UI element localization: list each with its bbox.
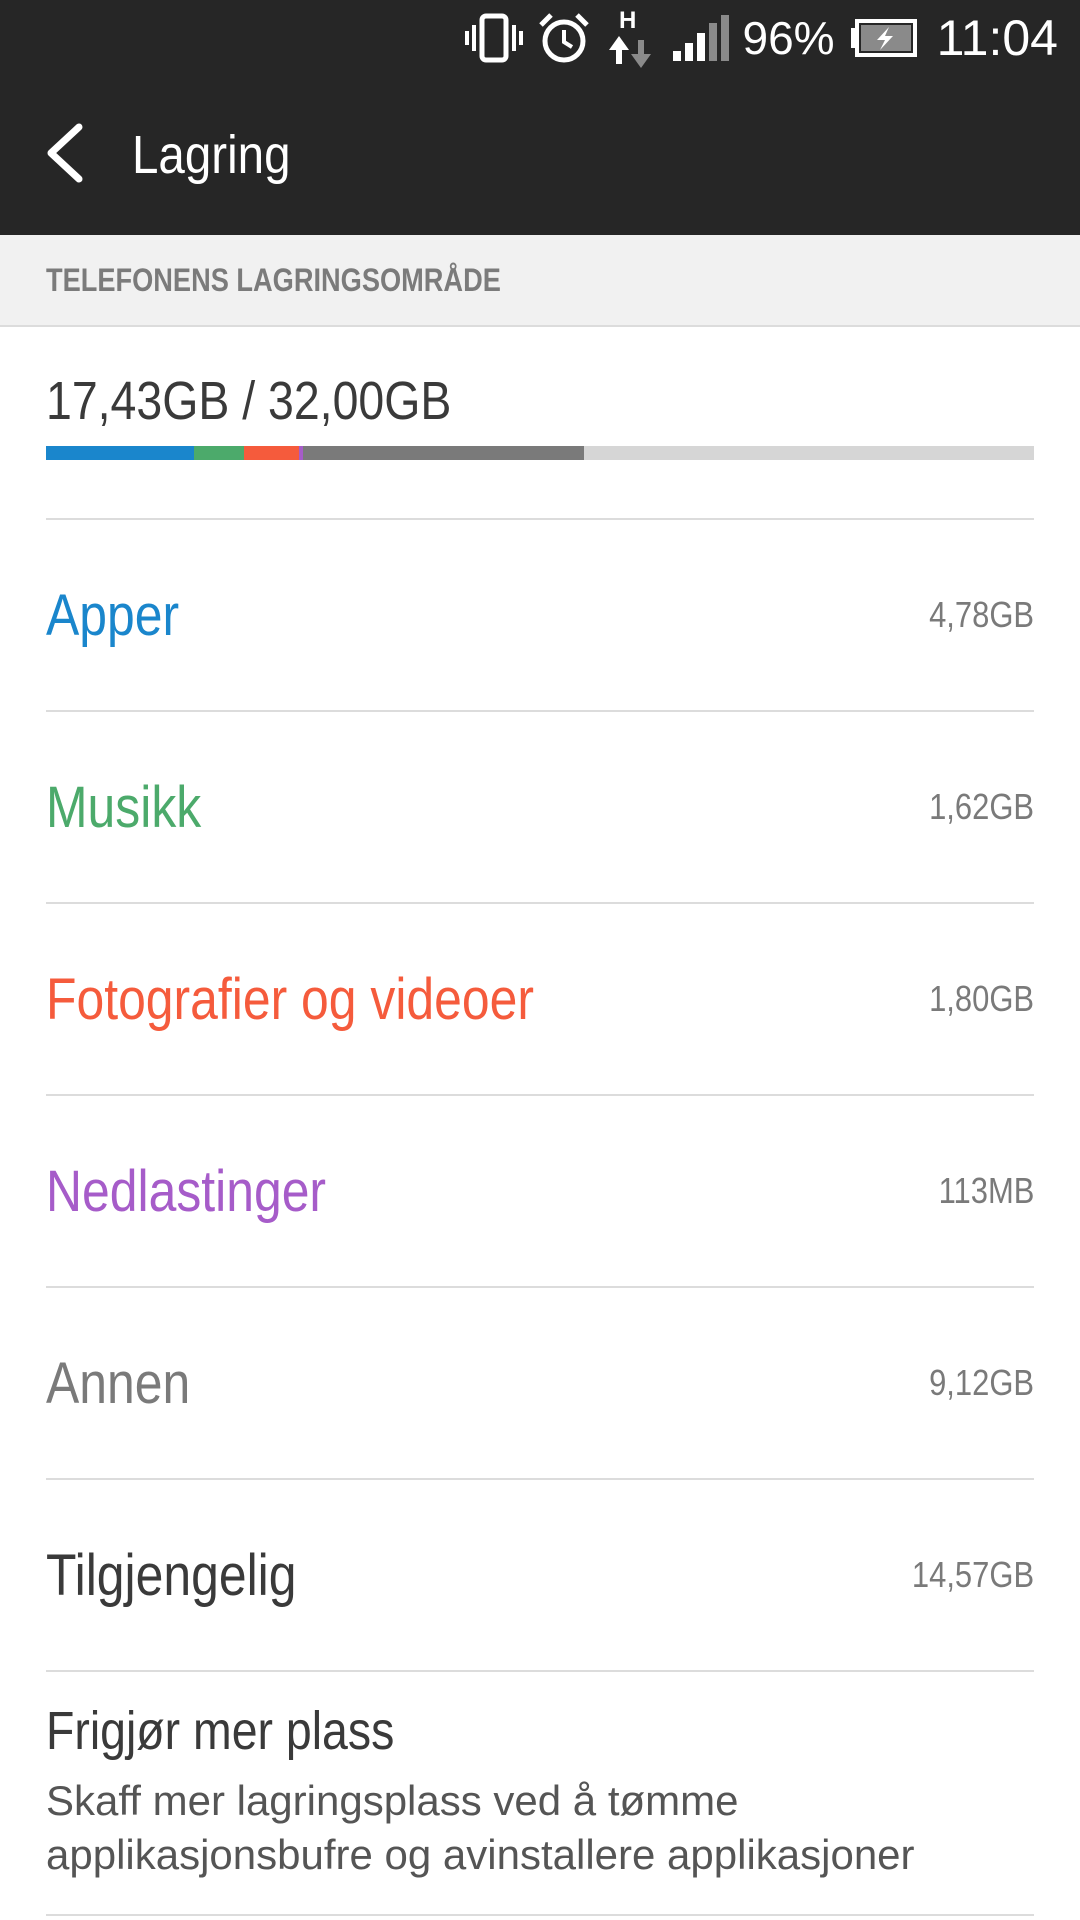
- usage-bar-segment: [243, 446, 300, 460]
- alarm-icon: [537, 11, 591, 65]
- storage-row-label: Fotografier og videoer: [46, 966, 534, 1032]
- storage-row-downloads[interactable]: Nedlastinger 113MB: [46, 1096, 1034, 1286]
- divider: [46, 1670, 1034, 1672]
- signal-icon: [671, 13, 729, 63]
- storage-row-value: 9,12GB: [928, 1362, 1034, 1403]
- page-title: Lagring: [132, 125, 291, 185]
- battery-charging-icon: [849, 18, 919, 58]
- vibrate-icon: [464, 13, 523, 63]
- storage-row-label: Nedlastinger: [46, 1158, 327, 1224]
- storage-row-value: 1,62GB: [928, 786, 1034, 827]
- storage-row-photos-videos[interactable]: Fotografier og videoer 1,80GB: [46, 904, 1034, 1094]
- section-header-label: TELEFONENS LAGRINGSOMRÅDE: [46, 261, 501, 298]
- storage-row-other[interactable]: Annen 9,12GB: [46, 1288, 1034, 1478]
- clock: 11:04: [936, 9, 1058, 66]
- storage-row-value: 4,78GB: [928, 594, 1034, 635]
- usage-bar-segment: [46, 446, 194, 460]
- usage-bar-segment: [302, 446, 585, 460]
- storage-usage-bar: [46, 446, 1034, 460]
- storage-row-music[interactable]: Musikk 1,62GB: [46, 712, 1034, 902]
- divider: [46, 1914, 1034, 1916]
- storage-row-apps[interactable]: Apper 4,78GB: [46, 520, 1034, 710]
- storage-row-label: Musikk: [46, 774, 202, 840]
- storage-row-available: Tilgjengelig 14,57GB: [46, 1480, 1034, 1670]
- storage-row-value: 113MB: [938, 1170, 1034, 1211]
- storage-usage-summary: 17,43GB / 32,00GB: [46, 370, 1034, 460]
- status-bar: H 96% 11:04: [0, 0, 1080, 75]
- app-bar: Lagring: [0, 75, 1080, 235]
- section-header: TELEFONENS LAGRINGSOMRÅDE: [0, 235, 1080, 327]
- network-type-label: H: [619, 7, 636, 34]
- storage-row-value: 1,80GB: [928, 978, 1034, 1019]
- back-arrow-icon: [43, 123, 87, 188]
- storage-row-value: 14,57GB: [911, 1554, 1034, 1595]
- free-up-space-item[interactable]: Frigjør mer plass Skaff mer lagringsplas…: [46, 1700, 1034, 1882]
- usage-bar-segment: [193, 446, 244, 460]
- free-up-space-description: Skaff mer lagringsplass ved å tømme appl…: [46, 1777, 915, 1878]
- free-up-space-title: Frigjør mer plass: [46, 1701, 395, 1761]
- storage-usage-text: 17,43GB / 32,00GB: [46, 371, 452, 431]
- battery-percent: 96%: [742, 11, 835, 64]
- storage-row-label: Apper: [46, 582, 180, 648]
- back-button[interactable]: [0, 75, 120, 235]
- storage-row-label: Annen: [46, 1350, 191, 1416]
- data-transfer-icon: H: [605, 6, 657, 70]
- storage-row-label: Tilgjengelig: [46, 1542, 297, 1608]
